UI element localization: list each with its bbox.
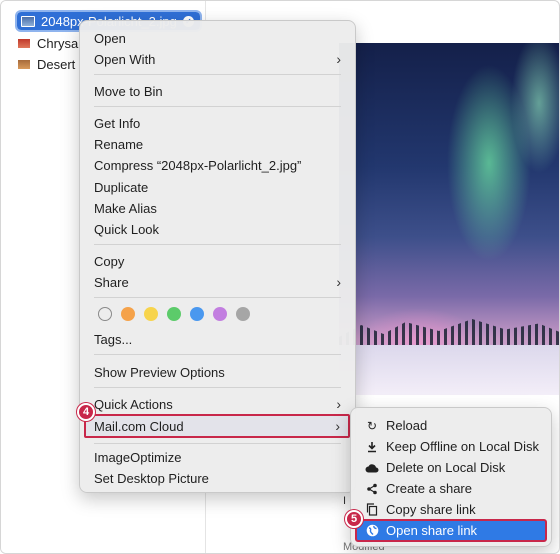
file-item-chrysa[interactable]: Chrysa <box>17 34 78 52</box>
menu-separator <box>94 244 341 245</box>
submenu-item-label: Reload <box>386 418 428 433</box>
tag-purple-icon[interactable] <box>213 307 227 321</box>
submenu-item-open-share-link[interactable]: Open share link <box>355 519 547 542</box>
image-thumbnail-icon <box>17 37 31 49</box>
menu-item-label: Share <box>94 275 129 290</box>
menu-item-open[interactable]: Open <box>86 28 349 49</box>
menu-item-open-with[interactable]: Open With › <box>86 49 349 70</box>
mailcom-cloud-submenu: ↻ Reload Keep Offline on Local Disk Dele… <box>350 407 552 547</box>
image-thumbnail-icon <box>17 58 31 70</box>
chevron-right-icon: › <box>336 274 341 290</box>
menu-item-quick-look[interactable]: Quick Look <box>86 219 349 240</box>
menu-item-label: Mail.com Cloud <box>94 418 184 434</box>
menu-item-move-to-bin[interactable]: Move to Bin <box>86 81 349 102</box>
context-menu: Open Open With › Move to Bin Get Info Re… <box>79 20 356 493</box>
chevron-right-icon: › <box>335 418 340 434</box>
menu-item-show-preview-options[interactable]: Show Preview Options <box>86 362 349 383</box>
tag-orange-icon[interactable] <box>121 307 135 321</box>
menu-item-label: Open With <box>94 52 156 67</box>
chevron-right-icon: › <box>336 51 341 67</box>
submenu-item-label: Open share link <box>386 523 478 538</box>
menu-item-set-desktop-picture[interactable]: Set Desktop Picture <box>86 468 349 489</box>
menu-item-rename[interactable]: Rename <box>86 134 349 155</box>
finder-window: 2048px-Polarlicht_2.jpg ✓ Chrysa Desert … <box>0 0 560 554</box>
menu-separator <box>94 297 341 298</box>
download-icon <box>365 440 379 454</box>
submenu-item-copy-share-link[interactable]: Copy share link <box>357 499 545 520</box>
submenu-item-reload[interactable]: ↻ Reload <box>357 415 545 436</box>
submenu-item-label: Delete on Local Disk <box>386 460 506 475</box>
tag-yellow-icon[interactable] <box>144 307 158 321</box>
file-name: Chrysa <box>37 35 79 51</box>
submenu-item-label: Keep Offline on Local Disk <box>386 439 539 454</box>
menu-item-tags[interactable]: Tags... <box>86 329 349 350</box>
image-thumbnail-icon <box>21 15 35 27</box>
menu-separator <box>94 74 341 75</box>
share-icon <box>365 482 379 496</box>
file-item-desert[interactable]: Desert <box>17 55 75 73</box>
menu-item-get-info[interactable]: Get Info <box>86 113 349 134</box>
tag-gray-icon[interactable] <box>236 307 250 321</box>
menu-item-make-alias[interactable]: Make Alias <box>86 198 349 219</box>
chevron-right-icon: › <box>336 396 341 412</box>
tag-color-row <box>98 307 250 321</box>
submenu-item-create-share[interactable]: Create a share <box>357 478 545 499</box>
copy-icon <box>365 503 379 517</box>
submenu-item-keep-offline[interactable]: Keep Offline on Local Disk <box>357 436 545 457</box>
preview-info-label: I <box>343 495 347 507</box>
submenu-item-label: Copy share link <box>386 502 476 517</box>
submenu-item-delete-local[interactable]: Delete on Local Disk <box>357 457 545 478</box>
step-4-badge: 4 <box>77 403 95 421</box>
cloud-icon <box>365 461 379 475</box>
menu-item-copy[interactable]: Copy <box>86 251 349 272</box>
menu-item-share[interactable]: Share › <box>86 272 349 293</box>
globe-icon <box>365 524 379 538</box>
submenu-item-label: Create a share <box>386 481 472 496</box>
step-5-badge: 5 <box>345 510 363 528</box>
menu-item-mailcom-cloud[interactable]: Mail.com Cloud › <box>84 414 350 438</box>
menu-item-image-optimize[interactable]: ImageOptimize <box>86 447 349 468</box>
menu-item-compress[interactable]: Compress “2048px-Polarlicht_2.jpg” <box>86 155 349 176</box>
tag-green-icon[interactable] <box>167 307 181 321</box>
menu-separator <box>94 443 341 444</box>
tag-none-icon[interactable] <box>98 307 112 321</box>
preview-snow <box>339 345 559 395</box>
menu-item-duplicate[interactable]: Duplicate <box>86 177 349 198</box>
menu-separator <box>94 354 341 355</box>
file-name: Desert <box>37 56 76 72</box>
menu-item-quick-actions[interactable]: Quick Actions › <box>86 394 349 415</box>
reload-icon: ↻ <box>366 418 378 433</box>
menu-separator <box>94 387 341 388</box>
menu-separator <box>94 106 341 107</box>
tag-blue-icon[interactable] <box>190 307 204 321</box>
menu-item-label: Quick Actions <box>94 397 173 412</box>
